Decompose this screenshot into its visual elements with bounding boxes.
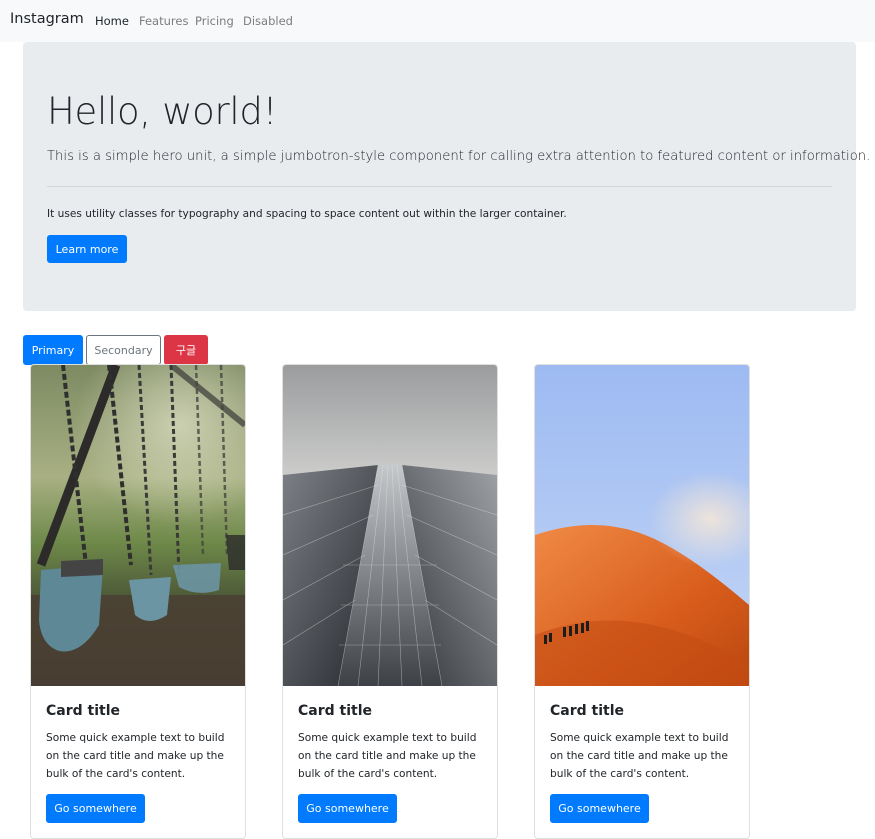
skyscraper-photo <box>283 365 497 686</box>
swing-photo <box>31 365 245 686</box>
card: Card title Some quick example text to bu… <box>534 364 750 839</box>
jumbotron: Hello, world! This is a simple hero unit… <box>23 42 870 311</box>
navbar: Instagram Home Features Pricing Disabled <box>0 0 875 42</box>
card-text: Some quick example text to build on the … <box>550 732 729 780</box>
nav-link-home[interactable]: Home <box>95 14 129 28</box>
hero-text: It uses utility classes for typography a… <box>47 208 567 220</box>
card-text: Some quick example text to build on the … <box>46 732 225 780</box>
go-somewhere-button[interactable]: Go somewhere <box>550 794 649 823</box>
secondary-button[interactable]: Secondary <box>86 335 161 365</box>
card-title: Card title <box>298 703 372 719</box>
card-title: Card title <box>550 703 624 719</box>
card-title: Card title <box>46 703 120 719</box>
primary-button[interactable]: Primary <box>23 335 83 365</box>
card: Card title Some quick example text to bu… <box>282 364 498 839</box>
go-somewhere-button[interactable]: Go somewhere <box>298 794 397 823</box>
nav-link-features[interactable]: Features <box>139 14 188 28</box>
nav-link-pricing[interactable]: Pricing <box>195 14 234 28</box>
hero-title: Hello, world! <box>47 90 278 133</box>
navbar-brand[interactable]: Instagram <box>10 11 84 27</box>
go-somewhere-button[interactable]: Go somewhere <box>46 794 145 823</box>
card-text: Some quick example text to build on the … <box>298 732 477 780</box>
nav-link-disabled: Disabled <box>243 14 293 28</box>
hero-divider <box>47 186 832 187</box>
google-button[interactable]: 구글 <box>164 335 208 365</box>
hero-lead: This is a simple hero unit, a simple jum… <box>47 149 871 164</box>
learn-more-button[interactable]: Learn more <box>47 235 127 263</box>
card: Card title Some quick example text to bu… <box>30 364 246 839</box>
desert-dune-photo <box>535 365 749 686</box>
